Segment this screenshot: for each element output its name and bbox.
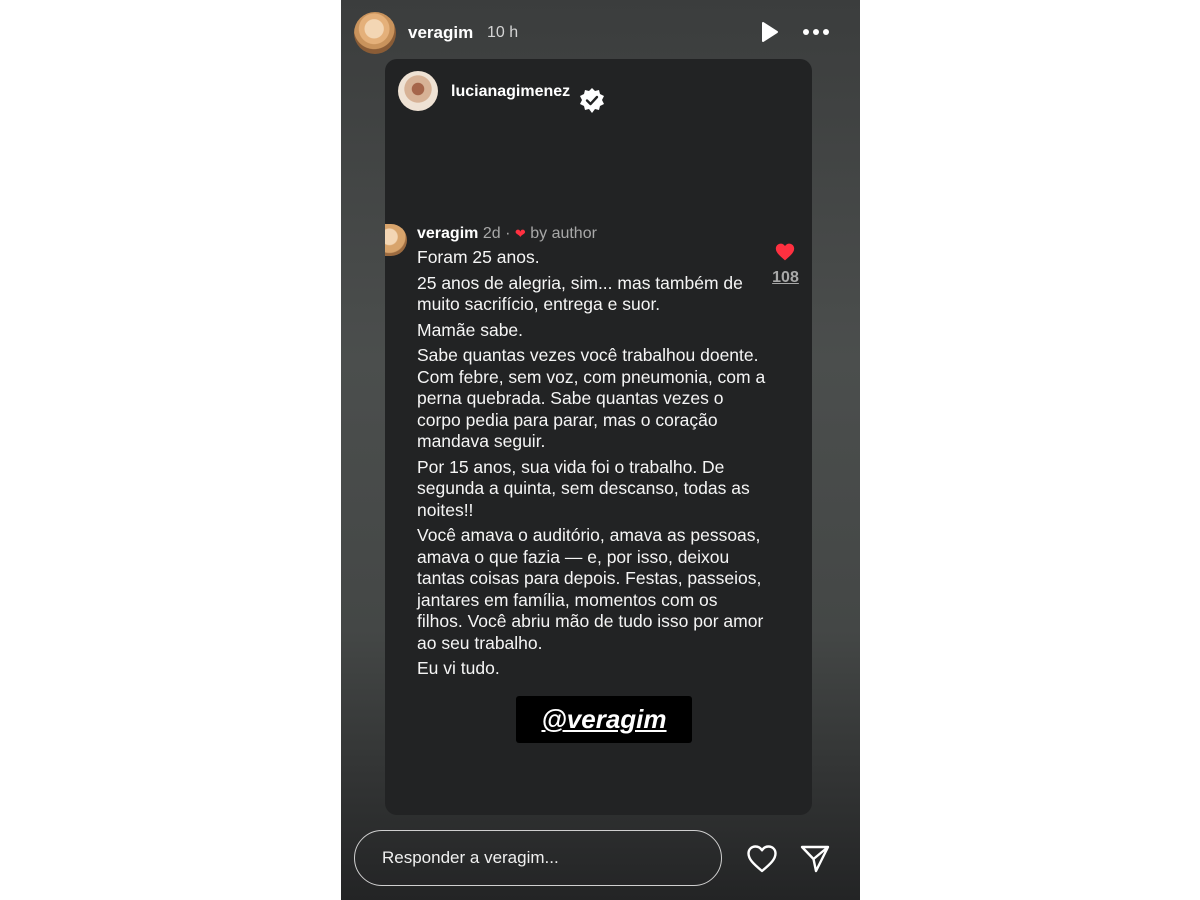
- comment-username[interactable]: veragim: [417, 225, 478, 242]
- story-viewer: veragim 10 h lucianagimenez veragim 2d ·…: [341, 0, 860, 900]
- comment-meta: veragim 2d · ❤ by author: [417, 225, 597, 243]
- reply-input[interactable]: [354, 830, 722, 886]
- comment-text: Foram 25 anos. 25 anos de alegria, sim..…: [417, 247, 767, 684]
- story-timestamp: 10 h: [487, 24, 519, 41]
- comment-paragraph: Sabe quantas vezes você trabalhou doente…: [417, 345, 766, 451]
- comment-like-count[interactable]: 108: [763, 269, 808, 287]
- verified-badge-icon: [577, 86, 607, 116]
- shared-post-card[interactable]: lucianagimenez veragim 2d · ❤ by author …: [385, 59, 812, 815]
- comment-paragraph: Eu vi tudo.: [417, 658, 500, 678]
- comment-paragraph: 25 anos de alegria, sim... mas também de…: [417, 272, 743, 315]
- comment-like-heart-icon[interactable]: [775, 242, 795, 262]
- comment-paragraph: Foram 25 anos.: [417, 247, 540, 267]
- comment-paragraph: Mamãe sabe.: [417, 319, 524, 340]
- heart-icon[interactable]: [746, 844, 778, 874]
- send-icon[interactable]: [799, 844, 831, 874]
- mention-sticker[interactable]: @veragim: [516, 696, 692, 743]
- comment-paragraph: Você amava o auditório, amava as pessoas…: [417, 525, 764, 653]
- more-options-icon[interactable]: [801, 22, 833, 42]
- story-username[interactable]: veragim: [408, 23, 473, 43]
- author-liked-heart-icon: ❤: [514, 226, 526, 241]
- shared-post-username[interactable]: lucianagimenez: [451, 83, 570, 101]
- meta-separator: ·: [505, 225, 511, 242]
- comment-avatar[interactable]: [385, 224, 407, 256]
- shared-post-avatar[interactable]: [398, 71, 438, 111]
- avatar[interactable]: [354, 12, 396, 54]
- comment-age: 2d: [482, 225, 501, 242]
- liked-by-author-label: by author: [530, 225, 597, 242]
- play-icon[interactable]: [757, 20, 781, 44]
- comment-paragraph: Por 15 anos, sua vida foi o trabalho. De…: [417, 456, 750, 520]
- comment: veragim 2d · ❤ by author Foram 25 anos. …: [385, 219, 812, 695]
- story-header: veragim 10 h: [341, 0, 860, 66]
